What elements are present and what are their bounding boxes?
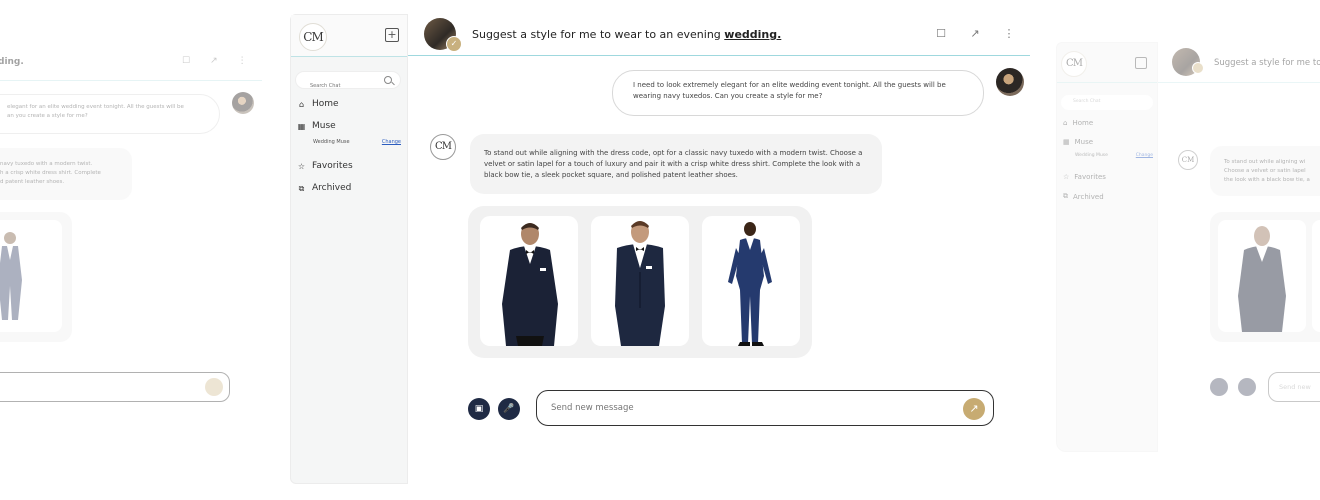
ghost-microphone-icon	[1238, 378, 1256, 396]
ghost-header-divider	[0, 80, 262, 81]
ghost-header-title: ding.	[0, 57, 24, 67]
bookmark-icon: ☐	[182, 56, 191, 66]
sidebar-topbar: CM +	[291, 15, 407, 57]
search-chat[interactable]	[295, 71, 401, 89]
right-ghost-preview: CM Search Chat ⌂ Home ▦ Muse Wedding Muse …	[1056, 42, 1320, 454]
home-icon: ⌂	[1063, 119, 1068, 127]
outfit-image-2[interactable]	[591, 216, 689, 346]
ghost-user-bubble: elegant for an elite wedding event tonig…	[0, 94, 220, 134]
chat-main: ✓ Suggest a style for me to wear to an e…	[408, 14, 1030, 484]
more-options-icon[interactable]: ⋮	[1002, 27, 1016, 40]
chat-header: ✓ Suggest a style for me to wear to an e…	[408, 14, 1030, 56]
outfit-image-3[interactable]	[702, 216, 800, 346]
ghost-new-chat-icon	[1135, 57, 1147, 69]
ghost-suit-image	[1218, 220, 1306, 332]
outfit-gallery	[468, 206, 812, 358]
ghost-cm-logo: CM	[1061, 51, 1087, 77]
sidebar-item-archived[interactable]: ⧉ Archived	[297, 183, 352, 193]
home-icon: ⌂	[298, 99, 305, 109]
user-message-bubble: I need to look extremely elegant for an …	[612, 70, 984, 116]
ghost-nav-favorites-label: Favorites	[1074, 173, 1106, 181]
ghost-sidebar: CM Search Chat ⌂ Home ▦ Muse Wedding Muse …	[1056, 42, 1158, 452]
change-muse-link[interactable]: Change	[382, 139, 401, 145]
ghost-send-icon	[205, 378, 223, 396]
chat-title-text: Suggest a style for me to wear to an eve…	[472, 28, 725, 41]
ghost-chat-title: Suggest a style for me to	[1214, 58, 1320, 68]
more-icon: ⋮	[237, 56, 247, 66]
muse-selection: Wedding Muse Change	[313, 139, 401, 145]
send-icon[interactable]: ↗	[963, 398, 985, 420]
ghost-muse-sub-label: Wedding Muse	[1075, 153, 1108, 158]
ghost-bot-bubble: navy tuxedo with a modern twist. h a cri…	[0, 148, 132, 200]
sidebar-item-label: Muse	[312, 121, 336, 131]
chat-title-emphasis: wedding.	[724, 28, 782, 41]
ghost-nav-muse-label: Muse	[1074, 138, 1094, 146]
grid-icon: ▦	[297, 121, 306, 131]
star-icon: ☆	[1063, 173, 1070, 181]
cm-bot-avatar: CM	[430, 134, 456, 160]
check-badge-icon: ✓	[446, 36, 462, 52]
share-icon: ↗	[210, 56, 218, 66]
ghost-nav-muse: ▦ Muse	[1063, 138, 1093, 146]
message-input-box[interactable]: ↗	[536, 390, 994, 426]
new-chat-icon[interactable]: +	[385, 28, 399, 42]
ghost-image-upload-icon	[1210, 378, 1228, 396]
ghost-muse-selection: Wedding Muse Change	[1075, 153, 1153, 158]
archive-icon: ⧉	[298, 183, 305, 193]
chat-title: Suggest a style for me to wear to an eve…	[472, 28, 781, 41]
archive-icon: ⧉	[1063, 192, 1068, 200]
sidebar-item-label: Archived	[312, 183, 352, 193]
chat-app-window: CM + ⌂ Home ▦ Muse Wedding Muse Change ☆…	[290, 14, 1030, 486]
ghost-sidebar-topbar: CM	[1057, 43, 1157, 83]
ghost-nav-archived-label: Archived	[1073, 192, 1104, 201]
ghost-message-input: Send new	[1268, 372, 1320, 402]
sidebar-item-muse[interactable]: ▦ Muse	[297, 121, 336, 131]
sidebar-item-favorites[interactable]: ☆ Favorites	[297, 161, 353, 171]
ghost-nav-home: ⌂ Home	[1063, 119, 1093, 127]
sidebar-item-label: Home	[312, 99, 339, 109]
ghost-nav-favorites: ☆ Favorites	[1063, 173, 1106, 181]
ghost-suit-image	[0, 220, 62, 332]
search-icon[interactable]	[384, 76, 392, 84]
message-input[interactable]	[551, 403, 931, 413]
sidebar: CM + ⌂ Home ▦ Muse Wedding Muse Change ☆…	[290, 14, 408, 484]
grid-icon: ▦	[1063, 138, 1070, 146]
image-upload-icon[interactable]: ▣	[468, 398, 490, 420]
microphone-icon[interactable]: 🎤	[498, 398, 520, 420]
ghost-header-icons: ☐ ↗ ⋮	[182, 56, 247, 66]
message-composer: ▣ 🎤 ↗	[468, 390, 998, 426]
share-icon[interactable]: ↗	[968, 27, 982, 40]
user-avatar	[996, 68, 1024, 96]
star-icon: ☆	[297, 161, 306, 171]
ghost-main: Suggest a style for me to CM To stand ou…	[1158, 42, 1320, 452]
cm-logo[interactable]: CM	[299, 23, 327, 51]
ghost-message-input	[0, 372, 230, 402]
ghost-check-badge-icon	[1192, 62, 1204, 74]
left-ghost-preview: ding. ☐ ↗ ⋮ elegant for an elite wedding…	[0, 40, 265, 420]
ghost-gallery	[1210, 212, 1320, 342]
ghost-change-link: Change	[1135, 153, 1153, 158]
search-input[interactable]	[310, 83, 390, 89]
ghost-nav-home-label: Home	[1072, 119, 1094, 127]
ghost-suit-image-partial	[1312, 220, 1320, 332]
header-actions: ☐ ↗ ⋮	[934, 27, 1016, 40]
ghost-search: Search Chat	[1061, 95, 1153, 110]
ghost-header-divider	[1158, 82, 1320, 83]
muse-name: Wedding Muse	[313, 139, 350, 145]
sidebar-item-home[interactable]: ⌂ Home	[297, 99, 339, 109]
ghost-image-gallery	[0, 212, 72, 342]
ghost-bot-bubble: To stand out while aligning wi Choose a …	[1210, 146, 1320, 196]
bot-message-bubble: To stand out while aligning with the dre…	[470, 134, 882, 194]
sidebar-item-label: Favorites	[312, 161, 353, 171]
outfit-image-1[interactable]	[480, 216, 578, 346]
ghost-nav-archived: ⧉ Archived	[1063, 192, 1104, 201]
ghost-bot-avatar: CM	[1178, 150, 1198, 170]
bookmark-icon[interactable]: ☐	[934, 27, 948, 40]
ghost-user-avatar	[232, 92, 254, 114]
